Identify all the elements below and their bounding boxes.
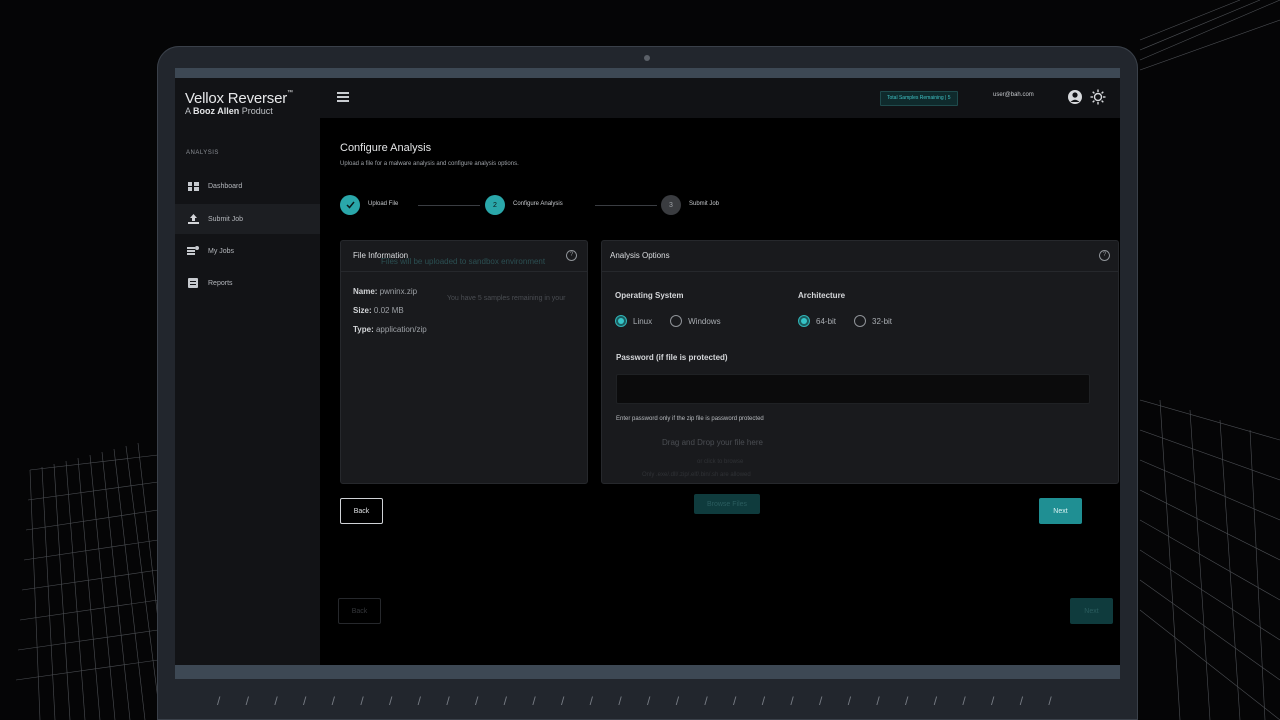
- os-windows-label[interactable]: Windows: [688, 317, 720, 326]
- ghost-next-button: Next: [1070, 598, 1113, 624]
- step-3-label: Submit Job: [689, 201, 720, 207]
- keyboard-edge: / / / / / / / / / / / / / / / / / / / / …: [217, 694, 1077, 708]
- step-1-label: Upload File: [368, 201, 399, 207]
- sidebar-item-label: Dashboard: [208, 182, 243, 190]
- sidebar-item-label: Submit Job: [208, 215, 244, 223]
- password-label: Password (if file is protected): [616, 353, 728, 362]
- brand-sub-prefix: A: [185, 106, 191, 116]
- password-hint: Enter password only if the zip file is p…: [616, 416, 764, 422]
- step-connector: [595, 205, 657, 206]
- file-type-value: application/zip: [375, 325, 427, 334]
- sidebar-item-label: Reports: [208, 279, 233, 287]
- sidebar-item-label: My Jobs: [208, 247, 235, 255]
- ghost-back-button: Back: [338, 598, 381, 624]
- file-information-card: File Information ? Files will be uploade…: [340, 240, 588, 484]
- password-input[interactable]: [616, 374, 1090, 404]
- ghost-upload-note: Files will be uploaded to sandbox enviro…: [381, 257, 546, 266]
- analysis-options-card: Analysis Options ? Operating System Linu…: [601, 240, 1119, 484]
- os-linux-label[interactable]: Linux: [633, 317, 652, 326]
- ghost-browse-files-button: Browse Files: [694, 494, 760, 514]
- step-connector: [418, 205, 480, 206]
- sidebar-item-reports[interactable]: Reports: [175, 268, 320, 298]
- ghost-drop-types: Only .exe/.dll/.zip/.elf/.bin/.sh are al…: [642, 472, 751, 478]
- arch-64-label[interactable]: 64-bit: [816, 317, 836, 326]
- samples-remaining-badge: Total Samples Remaining | 5: [880, 91, 958, 106]
- brand-logo[interactable]: Vellox Reverser™ A Booz Allen Product: [185, 90, 293, 116]
- file-name-row: Name: pwninx.zip: [353, 287, 417, 296]
- file-size-label: Size:: [353, 306, 372, 315]
- sidebar: Vellox Reverser™ A Booz Allen Product AN…: [175, 78, 320, 665]
- top-header: Total Samples Remaining | 5 user@bah.com: [320, 78, 1120, 119]
- progress-stepper: Upload File 2 Configure Analysis 3 Submi…: [340, 195, 740, 217]
- camera-dot: [644, 55, 650, 61]
- arch-64-radio[interactable]: [798, 315, 810, 327]
- file-type-row: Type: application/zip: [353, 325, 427, 334]
- page-subtitle: Upload a file for a malware analysis and…: [340, 161, 519, 167]
- brand-sub-suffix: Product: [241, 106, 273, 116]
- sidebar-item-dashboard[interactable]: Dashboard: [175, 171, 320, 201]
- file-size-row: Size: 0.02 MB: [353, 306, 404, 315]
- jobs-icon: [187, 246, 199, 256]
- architecture-radio-group: 64-bit 32-bit: [798, 315, 910, 327]
- screen-bezel-top: [175, 68, 1120, 78]
- file-name-value: pwninx.zip: [379, 287, 418, 296]
- brand-company: Booz Allen: [193, 106, 240, 116]
- next-button[interactable]: Next: [1039, 498, 1082, 524]
- os-label: Operating System: [615, 291, 684, 300]
- app-screen: Vellox Reverser™ A Booz Allen Product AN…: [175, 78, 1120, 665]
- back-button[interactable]: Back: [340, 498, 383, 524]
- os-radio-group: Linux Windows: [615, 315, 739, 327]
- brand-tm: ™: [287, 90, 293, 96]
- architecture-label: Architecture: [798, 291, 846, 300]
- sidebar-section-label: ANALYSIS: [186, 150, 219, 156]
- file-name-label: Name:: [353, 287, 378, 296]
- step-3-number: 3: [661, 195, 681, 215]
- main-content: Configure Analysis Upload a file for a m…: [320, 118, 1120, 665]
- step-2-label: Configure Analysis: [513, 201, 563, 207]
- menu-icon[interactable]: [337, 92, 349, 102]
- theme-toggle-icon[interactable]: [1090, 89, 1106, 105]
- upload-icon: [187, 214, 199, 224]
- page-title: Configure Analysis: [340, 142, 432, 154]
- brand-name: Vellox Reverser: [185, 90, 288, 107]
- sidebar-item-submit-job[interactable]: Submit Job: [175, 204, 320, 234]
- arch-32-radio[interactable]: [854, 315, 867, 327]
- reports-icon: [187, 278, 199, 288]
- file-size-value: 0.02 MB: [373, 306, 404, 315]
- laptop-frame: Vellox Reverser™ A Booz Allen Product AN…: [157, 46, 1138, 720]
- ghost-drop-or: or click to browse: [697, 459, 744, 465]
- help-icon[interactable]: ?: [1099, 250, 1110, 261]
- ghost-drop-title: Drag and Drop your file here: [662, 438, 763, 447]
- step-1-check-icon: [340, 195, 360, 215]
- user-email[interactable]: user@bah.com: [993, 92, 1034, 98]
- file-type-label: Type:: [353, 325, 374, 334]
- step-2-number: 2: [485, 195, 505, 215]
- user-avatar-icon[interactable]: [1067, 89, 1083, 105]
- sidebar-item-my-jobs[interactable]: My Jobs: [175, 236, 320, 266]
- os-linux-radio[interactable]: [615, 315, 627, 327]
- screen-bezel-bottom: [175, 665, 1120, 679]
- dashboard-icon: [187, 181, 199, 191]
- help-icon[interactable]: ?: [566, 250, 577, 261]
- arch-32-label[interactable]: 32-bit: [872, 317, 892, 326]
- analysis-options-title: Analysis Options: [610, 251, 670, 260]
- os-windows-radio[interactable]: [670, 315, 683, 327]
- ghost-samples-note: You have 5 samples remaining in your: [447, 295, 566, 302]
